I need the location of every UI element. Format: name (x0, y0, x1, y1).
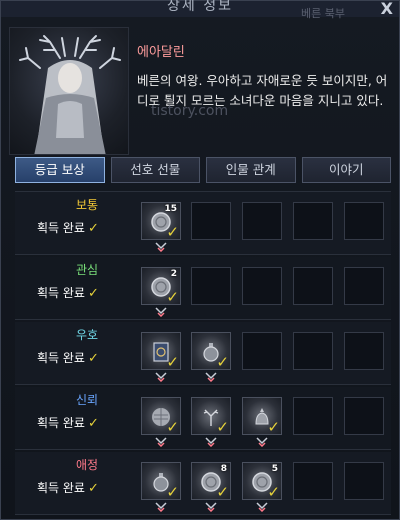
reward-slot-card[interactable]: ✓ (141, 332, 181, 370)
tab-relationships[interactable]: 인물 관계 (206, 157, 296, 183)
claimed-check-icon: ✓ (166, 353, 179, 371)
claimed-check-icon: ✓ (166, 418, 179, 436)
grade-row: 신뢰 획득 완료 ✓ ✓ ✓ ✓ (15, 387, 391, 450)
close-icon[interactable]: X (381, 0, 393, 18)
watermark-text: tistory.com (151, 103, 229, 119)
grade-row: 우호 획득 완료 ✓ ✓ ✓ (15, 322, 391, 385)
grade-label: 우호 (75, 328, 99, 342)
tab-preferred-gift[interactable]: 선호 선물 (110, 157, 200, 183)
reward-count: 5 (271, 464, 278, 474)
reward-slot-coin[interactable]: 15 ✓ (141, 202, 181, 240)
check-icon: ✓ (87, 221, 99, 236)
grade-label: 관심 (75, 263, 99, 277)
reward-marker-icon (155, 242, 167, 252)
claimed-check-icon: ✓ (267, 418, 280, 436)
empty-reward-slot[interactable] (293, 202, 333, 240)
reward-marker-icon (155, 307, 167, 317)
reward-marker-icon (155, 372, 167, 382)
character-portrait (9, 27, 129, 155)
empty-reward-slot[interactable] (293, 332, 333, 370)
acquired-status-label: 획득 완료 (37, 481, 85, 495)
reward-count: 8 (220, 464, 227, 474)
grade-label: 애정 (75, 458, 99, 472)
grade-reward-grid: 보통 획득 완료 ✓ 15 ✓ 관심 획득 완료 ✓ 2 ✓ 우호 획득 완료 ✓ ✓ ✓ 신뢰 획득 완료 ✓ ✓… (15, 191, 391, 517)
claimed-check-icon: ✓ (267, 483, 280, 501)
empty-reward-slot[interactable] (344, 397, 384, 435)
reward-slot-bell[interactable]: ✓ (242, 397, 282, 435)
check-icon: ✓ (87, 481, 99, 496)
acquired-status-label: 획득 완료 (37, 351, 85, 365)
tab-bar: 등급 보상 선호 선물 인물 관계 이야기 (15, 157, 391, 183)
tab-story[interactable]: 이야기 (301, 157, 391, 183)
reward-marker-icon (205, 372, 217, 382)
empty-reward-slot[interactable] (191, 267, 231, 305)
empty-reward-slot[interactable] (344, 462, 384, 500)
acquired-status: 획득 완료 ✓ (37, 414, 99, 431)
claimed-check-icon: ✓ (216, 353, 229, 371)
grade-row: 관심 획득 완료 ✓ 2 ✓ (15, 257, 391, 320)
acquired-status-label: 획득 완료 (37, 286, 85, 300)
acquired-status: 획득 완료 ✓ (37, 284, 99, 301)
grade-row: 애정 획득 완료 ✓ ✓ 8 ✓ 5 ✓ (15, 452, 391, 515)
empty-reward-slot[interactable] (293, 462, 333, 500)
acquired-status-label: 획득 완료 (37, 221, 85, 235)
reward-slot-potion[interactable]: ✓ (141, 462, 181, 500)
grade-label: 신뢰 (75, 393, 99, 407)
reward-marker-icon (205, 437, 217, 447)
reward-count: 15 (164, 204, 177, 214)
acquired-status-label: 획득 완료 (37, 416, 85, 430)
claimed-check-icon: ✓ (216, 418, 229, 436)
empty-reward-slot[interactable] (242, 202, 282, 240)
background-window-title: 베른 북부 (301, 7, 345, 20)
claimed-check-icon: ✓ (166, 288, 179, 306)
grade-row: 보통 획득 완료 ✓ 15 ✓ (15, 192, 391, 255)
reward-count: 2 (170, 269, 177, 279)
reward-slot-potion[interactable]: ✓ (191, 332, 231, 370)
reward-slot-coin[interactable]: 5 ✓ (242, 462, 282, 500)
claimed-check-icon: ✓ (216, 483, 229, 501)
empty-reward-slot[interactable] (191, 202, 231, 240)
check-icon: ✓ (87, 286, 99, 301)
empty-reward-slot[interactable] (344, 202, 384, 240)
reward-marker-icon (155, 437, 167, 447)
acquired-status: 획득 완료 ✓ (37, 479, 99, 496)
reward-slot-antler[interactable]: ✓ (191, 397, 231, 435)
empty-reward-slot[interactable] (344, 267, 384, 305)
empty-reward-slot[interactable] (293, 397, 333, 435)
claimed-check-icon: ✓ (166, 483, 179, 501)
empty-reward-slot[interactable] (344, 332, 384, 370)
check-icon: ✓ (87, 351, 99, 366)
empty-reward-slot[interactable] (242, 332, 282, 370)
claimed-check-icon: ✓ (166, 223, 179, 241)
reward-marker-icon (155, 502, 167, 512)
reward-marker-icon (205, 502, 217, 512)
reward-slot-coin[interactable]: 8 ✓ (191, 462, 231, 500)
reward-marker-icon (256, 502, 268, 512)
check-icon: ✓ (87, 416, 99, 431)
empty-reward-slot[interactable] (293, 267, 333, 305)
reward-slot-coin[interactable]: 2 ✓ (141, 267, 181, 305)
character-name: 에아달린 (137, 45, 185, 60)
grade-label: 보통 (75, 198, 99, 212)
acquired-status: 획득 완료 ✓ (37, 219, 99, 236)
empty-reward-slot[interactable] (242, 267, 282, 305)
reward-marker-icon (256, 437, 268, 447)
character-detail-window: 상세 정보 베른 북부 X 에아달린 베른의 여왕. 우아하고 자애로운 듯 보… (0, 0, 400, 520)
reward-slot-orb[interactable]: ✓ (141, 397, 181, 435)
acquired-status: 획득 완료 ✓ (37, 349, 99, 366)
tab-grade-reward[interactable]: 등급 보상 (15, 157, 105, 183)
